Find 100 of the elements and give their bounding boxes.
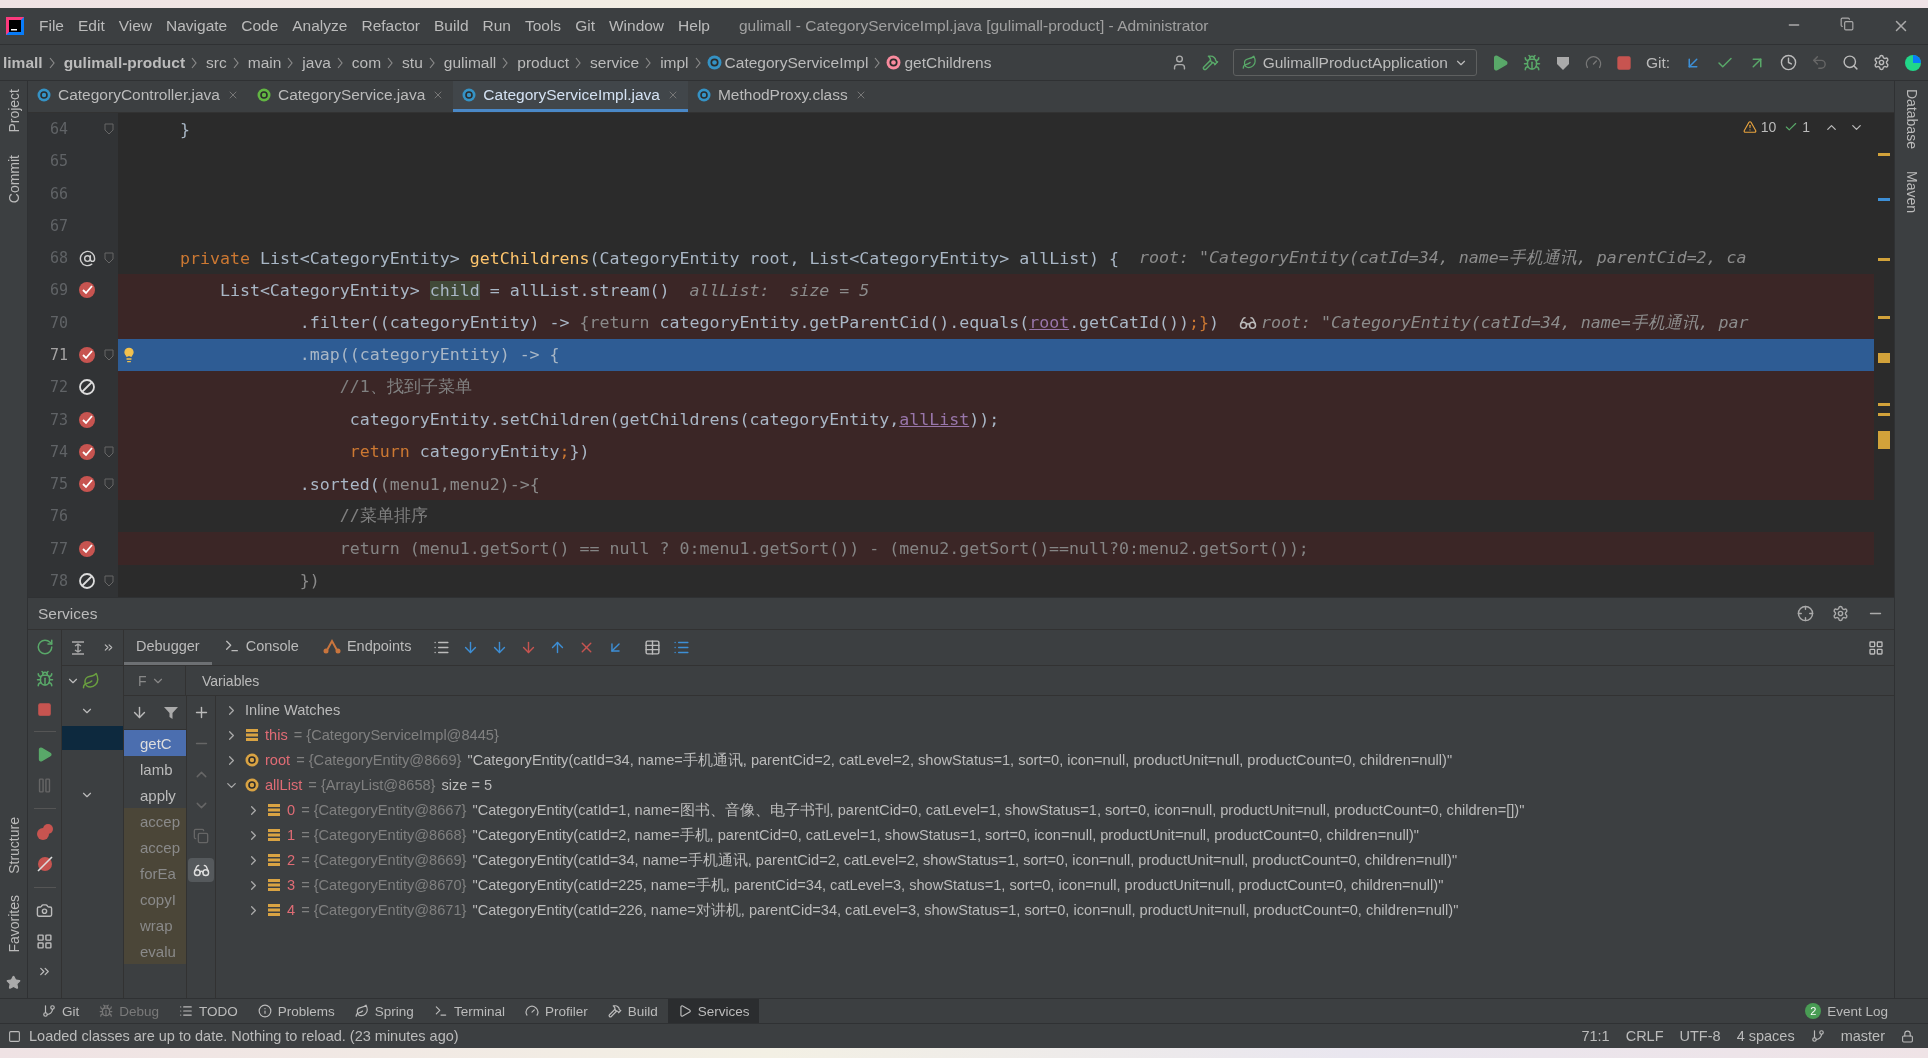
menu-item[interactable]: Refactor: [354, 17, 428, 35]
crosshair-icon[interactable]: [1797, 605, 1814, 622]
editor-tab[interactable]: CategoryController.java: [28, 81, 248, 112]
more-icon[interactable]: [102, 641, 115, 654]
camera-icon[interactable]: [36, 902, 53, 919]
filter-icon[interactable]: [162, 704, 179, 721]
method-icon: [886, 55, 902, 70]
stack-frame[interactable]: lamb: [124, 756, 186, 782]
settings-icon[interactable]: [1873, 54, 1890, 71]
tool-window-tab[interactable]: Profiler: [514, 999, 598, 1023]
plugin-logo-icon[interactable]: [1904, 53, 1922, 72]
breadcrumb-item[interactable]: impl: [660, 53, 689, 72]
editor-tab[interactable]: CategoryService.java: [248, 81, 454, 112]
mute-breakpoints-icon[interactable]: [35, 855, 54, 873]
breadcrumb-item[interactable]: CategoryServiceImpl: [724, 53, 869, 72]
menu-item[interactable]: Help: [671, 17, 717, 35]
warning-icon[interactable]: [1742, 120, 1757, 134]
search-icon[interactable]: [1842, 54, 1859, 71]
gauge-icon: [524, 1004, 539, 1018]
menu-item[interactable]: Edit: [71, 17, 112, 35]
list-icon[interactable]: [433, 639, 451, 656]
star-icon[interactable]: [6, 975, 21, 990]
tool-window-tab[interactable]: Spring: [344, 999, 424, 1023]
breakpoint-icon[interactable]: [78, 281, 96, 300]
at-sign-icon[interactable]: [78, 249, 96, 267]
tool-window-tab[interactable]: Terminal: [423, 999, 515, 1023]
editor-tab[interactable]: CategoryServiceImpl.java: [453, 81, 688, 112]
stop-icon[interactable]: [1615, 54, 1632, 71]
menu-item[interactable]: Navigate: [159, 17, 235, 35]
menu-item[interactable]: Analyze: [285, 17, 355, 35]
clock-icon[interactable]: [1780, 54, 1797, 71]
breadcrumb-item[interactable]: com: [351, 53, 382, 72]
stop-icon[interactable]: [37, 702, 52, 717]
breakpoint-icon[interactable]: [78, 442, 96, 461]
hammer-icon[interactable]: [1201, 54, 1219, 71]
run-configuration-dropdown[interactable]: GulimallProductApplication: [1232, 49, 1477, 76]
tool-window-tab[interactable]: Problems: [247, 999, 345, 1023]
breadcrumb-item[interactable]: src: [206, 53, 227, 72]
menu-item[interactable]: File: [32, 17, 71, 35]
file-encoding: UTF-8: [1679, 1028, 1721, 1044]
side-panel-tab[interactable]: Project: [5, 89, 22, 133]
bug-icon[interactable]: [1522, 53, 1541, 72]
layout-icon[interactable]: [1868, 639, 1884, 656]
restore-icon[interactable]: [1840, 17, 1854, 31]
breadcrumb-item[interactable]: java: [302, 53, 331, 72]
menu-item[interactable]: View: [111, 17, 160, 35]
menu-item[interactable]: Tools: [517, 17, 569, 35]
breadcrumb-item[interactable]: main: [247, 53, 282, 72]
breadcrumb-item[interactable]: gulimall: [443, 53, 497, 72]
check-icon[interactable]: [1784, 120, 1799, 134]
breadcrumb-item[interactable]: gulimall-product: [63, 53, 186, 72]
glasses-button[interactable]: [188, 858, 214, 882]
tool-window-tab[interactable]: Services: [667, 999, 760, 1023]
resume-icon[interactable]: [36, 746, 53, 763]
table-icon[interactable]: [644, 639, 662, 656]
parameter-icon: [245, 753, 259, 768]
tool-window-tab[interactable]: TODO: [169, 999, 248, 1023]
collapse-all-icon[interactable]: [70, 639, 86, 656]
menu-item[interactable]: Code: [234, 17, 286, 35]
editor-tab[interactable]: MethodProxy.class: [687, 81, 876, 112]
tool-window-tab[interactable]: Git: [32, 999, 90, 1023]
breakpoint-icon[interactable]: [78, 539, 96, 558]
breadcrumb-item[interactable]: getChildrens: [904, 53, 992, 72]
shield-icon[interactable]: [1554, 54, 1571, 71]
lock-icon[interactable]: [1901, 1029, 1914, 1043]
debugger-tab[interactable]: Console: [211, 630, 311, 665]
side-panel-tab[interactable]: Maven: [1903, 170, 1920, 213]
breadcrumb-item[interactable]: product: [517, 53, 570, 72]
menu-item[interactable]: Run: [475, 17, 518, 35]
breadcrumb-item[interactable]: stu: [402, 53, 423, 72]
breadcrumb-item[interactable]: service: [590, 53, 640, 72]
rerun-icon[interactable]: [35, 638, 54, 656]
side-panel-tab[interactable]: Structure: [5, 816, 22, 874]
breadcrumb-item[interactable]: limall: [3, 53, 43, 72]
settings-icon[interactable]: [1832, 605, 1849, 622]
close-icon[interactable]: [227, 89, 239, 101]
stack-frame[interactable]: getC: [124, 730, 186, 756]
breakpoints-icon[interactable]: [35, 823, 54, 841]
menu-item[interactable]: Build: [427, 17, 476, 35]
gauge-icon[interactable]: [1584, 54, 1602, 71]
breakpoint-icon[interactable]: [78, 475, 96, 494]
lightbulb-icon[interactable]: [121, 347, 137, 363]
tool-window-tab[interactable]: Build: [597, 999, 668, 1023]
chevron-icon: [502, 56, 509, 69]
menu-item[interactable]: Git: [568, 17, 602, 35]
side-panel-tab[interactable]: Database: [1903, 89, 1920, 149]
layout-icon[interactable]: [36, 933, 53, 950]
bug-icon[interactable]: [35, 670, 54, 688]
panel-toggle-icon[interactable]: [8, 1029, 21, 1043]
side-panel-tab[interactable]: Commit: [5, 154, 22, 203]
list-icon[interactable]: [673, 639, 691, 656]
event-log-link[interactable]: Event Log: [1827, 1003, 1888, 1019]
stack-frame[interactable]: apply: [124, 782, 186, 808]
debugger-tab[interactable]: Debugger: [124, 630, 212, 665]
debugger-tab[interactable]: Endpoints: [310, 630, 424, 665]
menu-item[interactable]: Window: [601, 17, 672, 35]
breakpoint-icon[interactable]: [78, 346, 96, 364]
side-panel-tab[interactable]: Favorites: [5, 895, 22, 953]
thread-dropdown[interactable]: F: [124, 666, 186, 695]
breakpoint-icon[interactable]: [78, 410, 96, 429]
